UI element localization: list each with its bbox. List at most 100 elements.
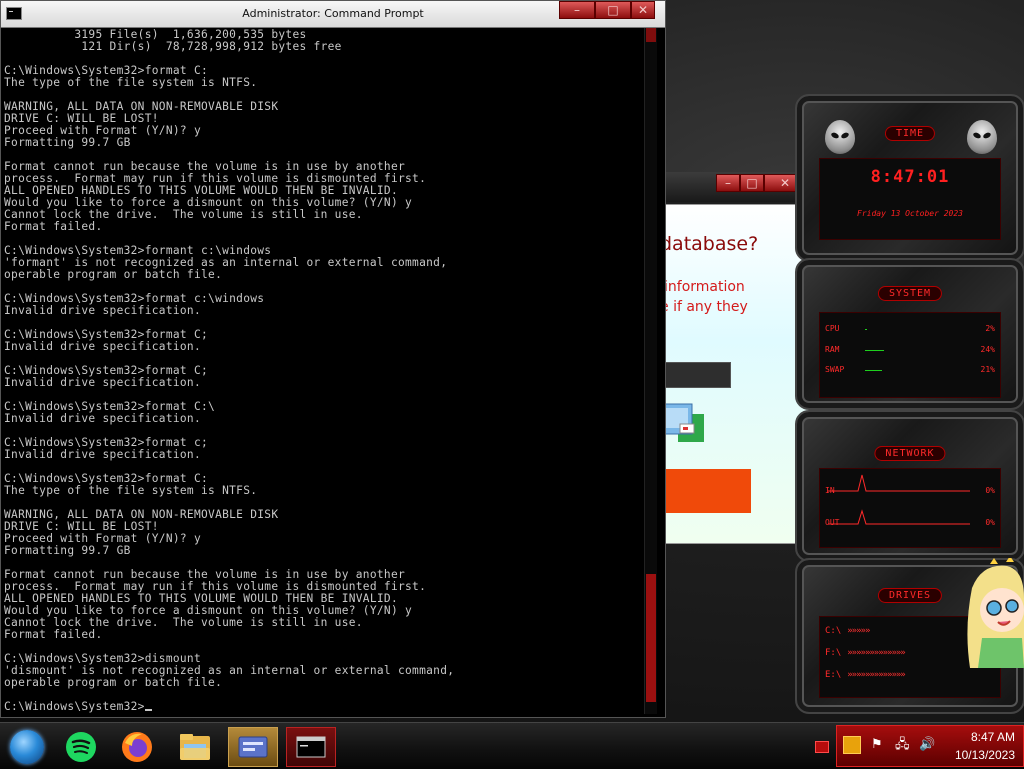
console-output[interactable]: 3195 File(s) 1,636,200,535 bytes 121 Dir…: [4, 29, 644, 717]
close-button[interactable]: ✕: [631, 1, 655, 19]
drive-c-label: C:\: [825, 626, 842, 636]
ram-usage-bar: [865, 350, 884, 351]
swap-label: SWAP: [825, 365, 845, 374]
cmd-icon: [296, 736, 326, 758]
console-line: Format failed.: [4, 220, 103, 233]
system-gadget-label: SYSTEM: [877, 286, 943, 301]
alien-head-icon: [967, 120, 997, 154]
dialog-maximize-button[interactable]: □: [740, 174, 764, 192]
taskbar: ⚑ 🖧 🔊 8:47 AM 10/13/2023: [0, 722, 1024, 769]
console-line: Invalid drive specification.: [4, 448, 201, 461]
console-line: operable program or batch file.: [4, 676, 223, 689]
network-gadget[interactable]: NETWORK IN 0% OUT 0%: [795, 410, 1024, 562]
cmd-titlebar[interactable]: Administrator: Command Prompt – □ ✕: [1, 1, 665, 28]
maximize-button[interactable]: □: [595, 1, 631, 19]
drives-gadget-label: DRIVES: [877, 588, 943, 603]
drive-c-usage-arrows: »»»»»: [847, 626, 870, 636]
dialog-input-field[interactable]: [659, 362, 731, 388]
drive-e-row: E:\ »»»»»»»»»»»»»: [825, 670, 906, 680]
console-line: Formatting 99.7 GB: [4, 544, 131, 557]
minimize-button[interactable]: –: [559, 1, 595, 19]
control-panel-icon: [238, 736, 268, 758]
cartoon-character-icon[interactable]: [962, 558, 1024, 678]
cmd-window-buttons: – □ ✕: [559, 1, 655, 19]
console-line: The type of the file system is NTFS.: [4, 76, 258, 89]
drive-e-usage-arrows: »»»»»»»»»»»»»: [847, 670, 905, 680]
dialog-body: database? information e if any they: [658, 204, 818, 544]
taskbar-spotify[interactable]: [56, 727, 106, 767]
alien-head-icon: [825, 120, 855, 154]
console-prompt-line[interactable]: C:\Windows\System32>: [4, 701, 644, 713]
dialog-titlebar[interactable]: – □ ✕: [658, 172, 818, 202]
console-line: Invalid drive specification.: [4, 304, 201, 317]
drive-c-row: C:\ »»»»»: [825, 626, 870, 636]
volume-icon[interactable]: 🔊: [919, 738, 935, 752]
text-cursor: [144, 709, 152, 711]
action-center-flag-icon[interactable]: ⚑: [871, 738, 883, 752]
drive-f-row: F:\ »»»»»»»»»»»»»: [825, 648, 906, 658]
dialog-minimize-button[interactable]: –: [716, 174, 740, 192]
system-gadget[interactable]: SYSTEM CPU 2% RAM 24% SWAP 21%: [795, 258, 1024, 410]
cpu-value: 2%: [985, 324, 995, 333]
dialog-action-button[interactable]: [659, 469, 751, 513]
taskbar-file-explorer[interactable]: [170, 727, 220, 767]
show-hidden-icons-button[interactable]: [815, 741, 829, 753]
time-gadget[interactable]: TIME 8:47:01 Friday 13 October 2023: [795, 94, 1024, 262]
app-tray-icon[interactable]: [843, 736, 861, 754]
dialog-text-line-1: information: [664, 279, 745, 295]
drive-f-usage-arrows: »»»»»»»»»»»»»: [847, 648, 905, 658]
computer-picture-icon: [661, 403, 704, 442]
cpu-label: CPU: [825, 324, 840, 333]
taskbar-firefox[interactable]: [112, 727, 162, 767]
network-gadget-screen: [819, 468, 1001, 548]
swap-stat-row: SWAP 21%: [825, 365, 995, 377]
ram-label: RAM: [825, 345, 840, 354]
taskbar-clock-date[interactable]: 10/13/2023: [955, 748, 1015, 762]
firefox-icon: [122, 732, 152, 762]
network-out-row: OUT 0%: [825, 518, 995, 530]
time-gadget-label: TIME: [884, 126, 936, 141]
taskbar-control-panel[interactable]: [228, 727, 278, 767]
dialog-text-line-2: e if any they: [660, 299, 748, 315]
drive-e-label: E:\: [825, 670, 842, 680]
dialog-window-buttons: – □ ✕: [716, 174, 806, 192]
console-prompt: C:\Windows\System32>: [4, 700, 145, 713]
console-line: operable program or batch file.: [4, 268, 223, 281]
console-line: The type of the file system is NTFS.: [4, 484, 258, 497]
scroll-up-arrow-icon[interactable]: [646, 28, 656, 42]
time-gadget-screen: 8:47:01 Friday 13 October 2023: [819, 158, 1001, 240]
network-in-label: IN: [825, 486, 835, 495]
network-icon[interactable]: 🖧: [895, 738, 910, 752]
gadget-date: Friday 13 October 2023: [857, 209, 963, 218]
spotify-icon: [66, 732, 96, 762]
start-button[interactable]: [2, 727, 52, 767]
console-line: Invalid drive specification.: [4, 340, 201, 353]
network-in-value: 0%: [985, 486, 995, 495]
system-tray: ⚑ 🖧 🔊 8:47 AM 10/13/2023: [836, 725, 1024, 767]
network-gadget-label: NETWORK: [874, 446, 946, 461]
ram-stat-row: RAM 24%: [825, 345, 995, 357]
console-line: Invalid drive specification.: [4, 412, 201, 425]
background-dialog[interactable]: – □ ✕ database? information e if any the…: [658, 172, 818, 544]
console-line: Formatting 99.7 GB: [4, 136, 131, 149]
network-out-value: 0%: [985, 518, 995, 527]
scrollbar-thumb[interactable]: [646, 574, 656, 702]
swap-value: 21%: [980, 365, 995, 374]
file-explorer-icon: [180, 734, 210, 760]
cpu-stat-row: CPU 2%: [825, 324, 995, 336]
drive-f-label: F:\: [825, 648, 842, 658]
command-prompt-window[interactable]: Administrator: Command Prompt – □ ✕ 3195…: [0, 0, 666, 718]
network-in-row: IN 0%: [825, 486, 995, 498]
network-graph: [828, 474, 970, 525]
taskbar-clock-time[interactable]: 8:47 AM: [971, 730, 1015, 744]
dialog-heading: database?: [660, 233, 759, 255]
ram-value: 24%: [980, 345, 995, 354]
taskbar-cmd[interactable]: [286, 727, 336, 767]
console-line: Invalid drive specification.: [4, 376, 201, 389]
console-line: 121 Dir(s) 78,728,998,912 bytes free: [4, 40, 342, 53]
network-out-label: OUT: [825, 518, 840, 527]
vertical-scrollbar[interactable]: [644, 28, 657, 714]
console-line: Format failed.: [4, 628, 103, 641]
gadget-clock: 8:47:01: [870, 167, 950, 187]
cpu-usage-bar: [865, 329, 867, 330]
